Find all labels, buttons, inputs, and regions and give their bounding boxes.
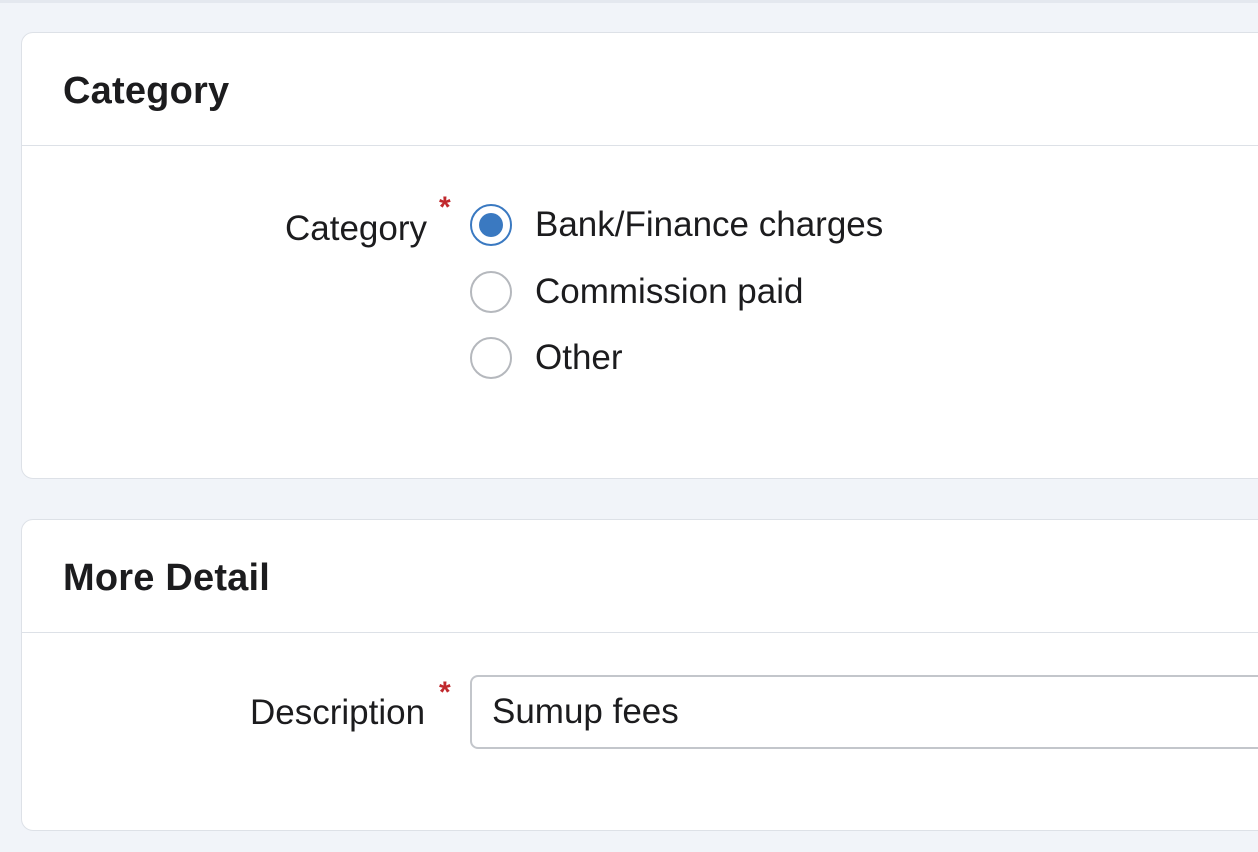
radio-button-unchecked[interactable] <box>470 337 512 379</box>
category-card: Category Category * Bank/Finance charges… <box>21 32 1258 479</box>
category-field-label: Category <box>285 209 428 248</box>
category-section-title: Category <box>63 70 230 112</box>
radio-button-checked[interactable] <box>470 204 512 246</box>
radio-label-other[interactable]: Other <box>535 338 623 378</box>
radio-label-bank-finance-charges[interactable]: Bank/Finance charges <box>535 205 883 245</box>
radio-label-commission-paid[interactable]: Commission paid <box>535 272 803 312</box>
description-required-marker: * <box>439 676 451 709</box>
more-detail-card: More Detail Description * <box>21 519 1258 831</box>
category-card-header: Category <box>22 33 1258 146</box>
more-detail-section-title: More Detail <box>63 557 271 599</box>
description-input[interactable] <box>470 675 1258 749</box>
top-divider <box>0 0 1258 3</box>
category-required-marker: * <box>439 191 451 224</box>
description-field-label: Description <box>250 693 426 732</box>
more-detail-card-header: More Detail <box>22 520 1258 633</box>
radio-option-commission-paid[interactable]: Commission paid <box>470 268 803 316</box>
radio-option-other[interactable]: Other <box>470 334 623 382</box>
radio-button-unchecked[interactable] <box>470 271 512 313</box>
radio-option-bank-finance-charges[interactable]: Bank/Finance charges <box>470 201 883 249</box>
